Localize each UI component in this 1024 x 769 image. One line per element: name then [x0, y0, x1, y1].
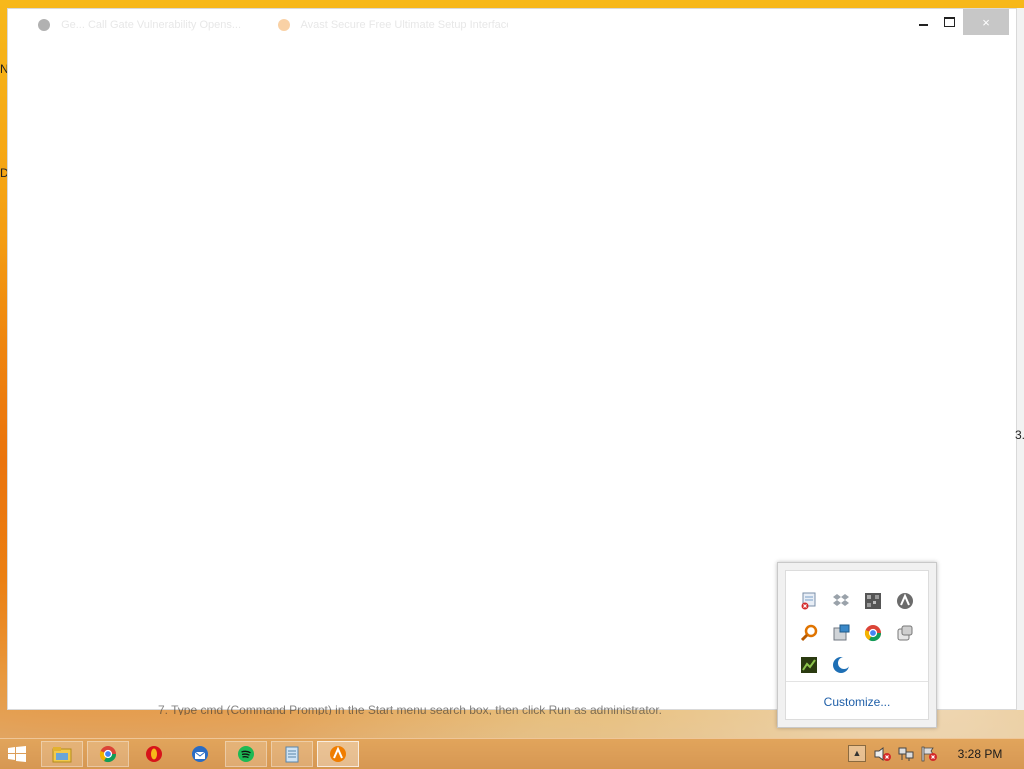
taskbar-thunderbird[interactable]	[179, 741, 221, 767]
tab-favicon-icon	[38, 19, 50, 32]
taskbar-file-explorer[interactable]	[41, 741, 83, 767]
browser-tab[interactable]: Avast Secure Free Ultimate Setup Interfa…	[278, 19, 508, 35]
minimize-icon	[918, 24, 928, 26]
chrome-icon	[99, 746, 117, 763]
action-center-icon[interactable]	[920, 746, 938, 762]
spotify-icon	[238, 746, 254, 762]
start-button[interactable]	[8, 746, 26, 762]
customize-link[interactable]: Customize...	[786, 695, 928, 709]
tab-label: Ge... Call Gate Vulnerability Opens...	[61, 19, 242, 31]
notepad-icon	[285, 746, 299, 763]
device-icon[interactable]	[895, 623, 915, 643]
windows-logo-icon	[8, 746, 26, 762]
taskbar-opera[interactable]	[133, 741, 175, 767]
nvidia-icon[interactable]	[799, 655, 819, 675]
screen-capture-icon[interactable]	[831, 623, 851, 643]
moon-app-icon[interactable]	[831, 655, 851, 675]
page-edge-strip	[1017, 8, 1024, 710]
taskbar-avast[interactable]	[317, 741, 359, 767]
tab-label: Avast Secure Free Ultimate Setup Interfa…	[300, 19, 508, 31]
avast-taskbar-icon	[330, 746, 346, 762]
maximize-button[interactable]	[934, 9, 964, 35]
taskbar-spotify[interactable]	[225, 741, 267, 767]
avast-icon[interactable]	[895, 591, 915, 611]
taskbar-chrome[interactable]	[87, 741, 129, 767]
network-icon[interactable]	[897, 746, 915, 762]
tab-favicon-icon	[278, 19, 290, 32]
show-hidden-icons-button[interactable]: ▲	[848, 745, 866, 762]
taskbar-notepad[interactable]	[271, 741, 313, 767]
file-explorer-icon	[52, 747, 72, 763]
browser-titlebar: Ge... Call Gate Vulnerability Opens... A…	[8, 9, 1016, 35]
taskbar-clock[interactable]: 3:28 PM	[950, 747, 1010, 761]
dropbox-icon[interactable]	[831, 591, 851, 611]
thunderbird-icon	[192, 746, 208, 762]
browser-tab[interactable]: Ge... Call Gate Vulnerability Opens...	[38, 19, 248, 35]
volume-muted-icon[interactable]	[874, 746, 892, 762]
qr-app-icon[interactable]	[863, 591, 883, 611]
network-error-icon[interactable]	[799, 591, 819, 611]
taskbar: ▲ 3:28 PM	[0, 738, 1024, 769]
search-tool-icon[interactable]	[799, 623, 819, 643]
close-button[interactable]: ×	[963, 9, 1009, 35]
tray-overflow-popup: Customize...	[777, 562, 937, 728]
chrome-remote-icon[interactable]	[863, 623, 883, 643]
tray-divider	[786, 681, 928, 682]
close-icon: ×	[982, 14, 990, 30]
tray-icon-panel: Customize...	[785, 570, 929, 720]
page-text-fragment: 7. Type cmd (Command Prompt) in the Star…	[158, 703, 662, 715]
opera-icon	[146, 746, 162, 762]
right-text-fragment: 3.	[1015, 428, 1024, 442]
maximize-icon	[943, 17, 955, 27]
